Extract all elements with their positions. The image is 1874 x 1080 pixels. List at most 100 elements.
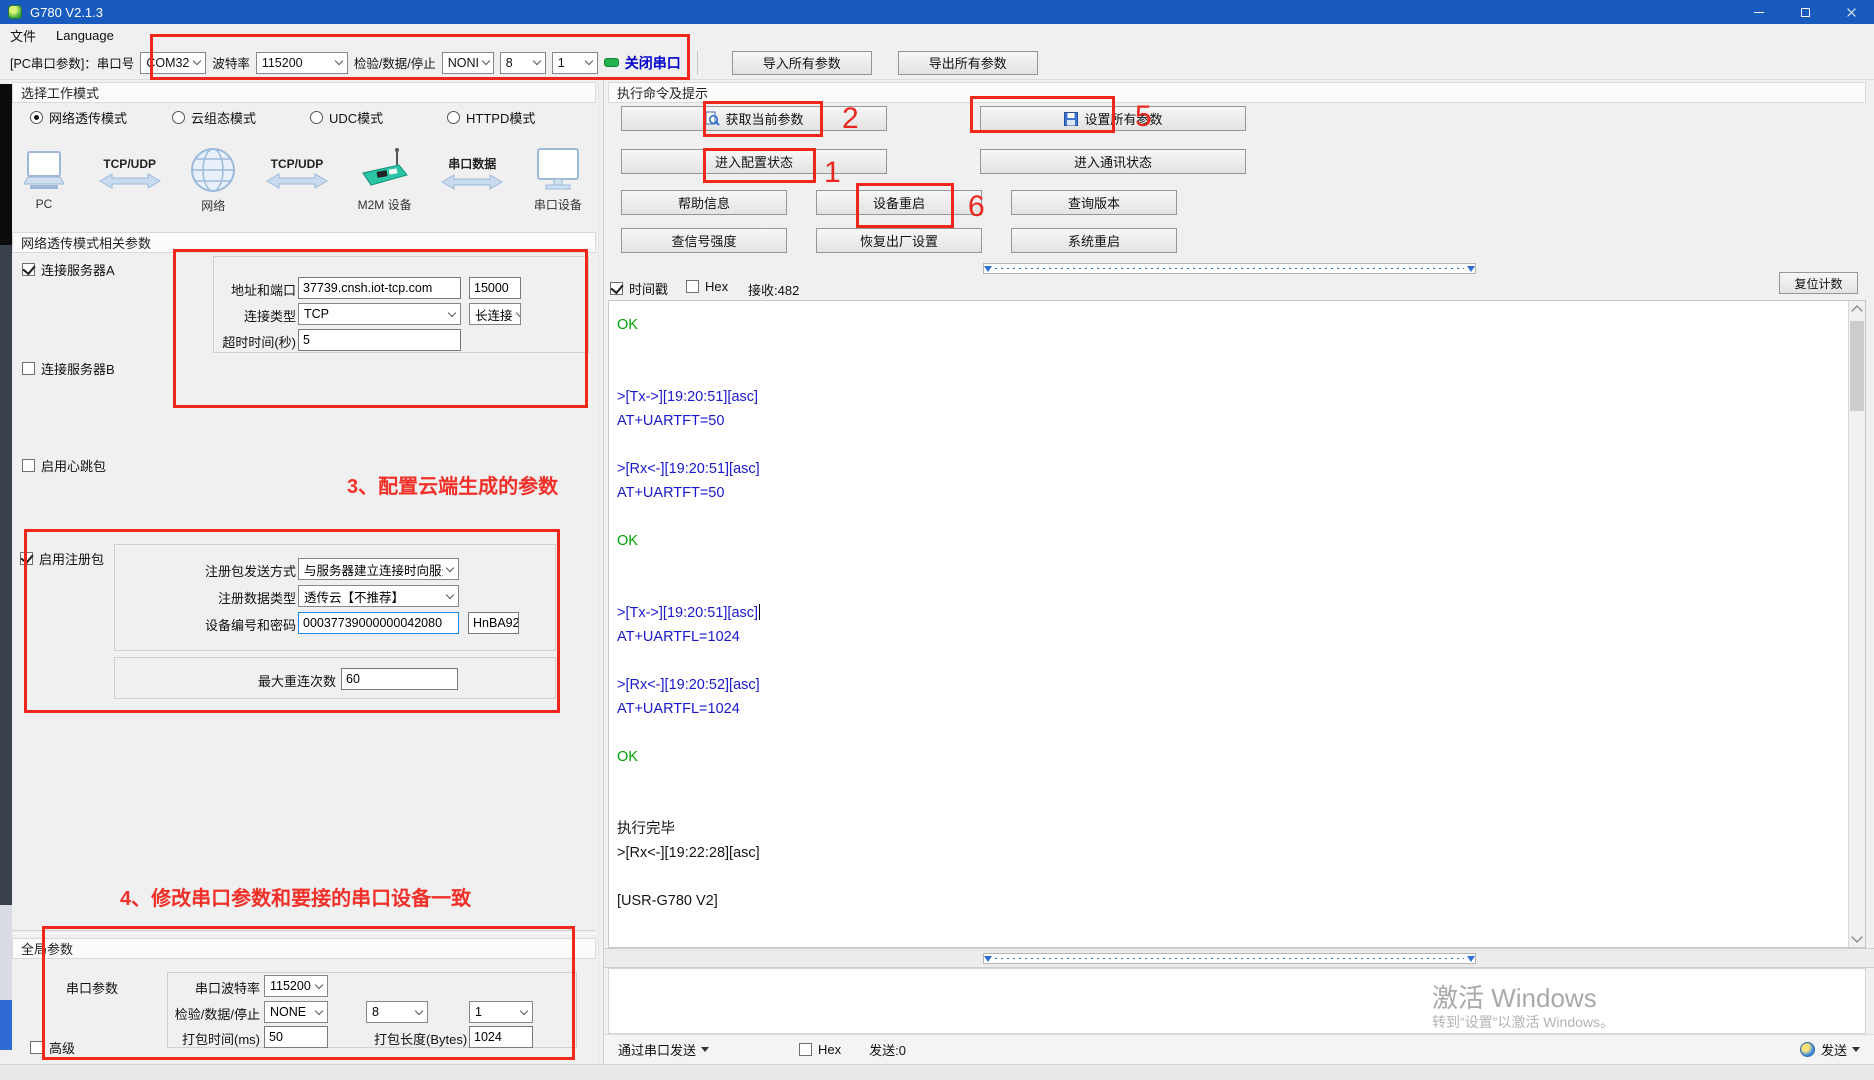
scroll-right-arrow-icon xyxy=(1467,956,1475,962)
import-params-button[interactable]: 导入所有参数 xyxy=(732,51,872,75)
heartbeat-checkbox[interactable]: 启用心跳包 xyxy=(22,456,106,475)
keepalive-select[interactable]: 长连接 xyxy=(469,303,521,325)
log-line xyxy=(617,721,1841,745)
set-all-params-button[interactable]: 设置所有参数 xyxy=(980,106,1246,131)
log-vertical-scrollbar[interactable] xyxy=(1848,301,1865,947)
radio-net-transparent[interactable]: 网络透传模式 xyxy=(30,108,127,127)
app-icon xyxy=(8,5,22,19)
log-line xyxy=(617,433,1841,457)
menu-file[interactable]: 文件 xyxy=(0,26,46,45)
stopbits-select[interactable]: 1 xyxy=(552,52,598,74)
global-parity-select[interactable]: NONE xyxy=(264,1001,328,1023)
chevron-down-icon xyxy=(335,57,343,65)
log-line: OK xyxy=(617,313,1841,337)
query-version-button[interactable]: 查询版本 xyxy=(1011,190,1177,215)
checkbox-icon xyxy=(686,280,699,293)
advanced-checkbox[interactable]: 高级 xyxy=(30,1038,75,1057)
help-info-button[interactable]: 帮助信息 xyxy=(621,190,787,215)
register-checkbox[interactable]: 启用注册包 xyxy=(20,549,104,568)
log-line: >[Tx->][19:20:51][asc] xyxy=(617,385,1841,409)
scrollbar-thumb[interactable] xyxy=(1850,321,1864,411)
serial-params-label: 串口参数 xyxy=(66,978,118,997)
laptop-icon xyxy=(18,150,70,194)
diagram-network-node: 网络 xyxy=(189,146,237,214)
timeout-input[interactable]: 5 xyxy=(298,329,461,351)
databits-select[interactable]: 8 xyxy=(500,52,546,74)
minimize-icon xyxy=(1754,12,1764,13)
app-window: G780 V2.1.3 文件 Language [PC串口参数]：串口号 COM… xyxy=(0,0,1874,1080)
maximize-button[interactable] xyxy=(1782,0,1828,24)
server-a-port-input[interactable]: 15000 xyxy=(469,277,521,299)
chevron-down-icon xyxy=(520,1006,528,1014)
reg-send-mode-select[interactable]: 与服务器建立连接时向服务 xyxy=(298,558,459,580)
log-hex-checkbox[interactable]: Hex xyxy=(686,279,728,294)
radio-cloud-scada[interactable]: 云组态模式 xyxy=(172,108,256,127)
timestamp-checkbox[interactable]: 时间戳 xyxy=(610,279,668,298)
log-line: 执行完毕 xyxy=(617,817,1841,841)
pack-len-label: 打包长度(Bytes) xyxy=(374,1029,466,1048)
reg-send-mode-label: 注册包发送方式 xyxy=(205,561,296,580)
sent-counter: 发送:0 xyxy=(869,1040,906,1059)
baud-select[interactable]: 115200 xyxy=(256,52,348,74)
radio-udc-mode[interactable]: UDC模式 xyxy=(310,108,383,127)
com-port-select[interactable]: COM32 xyxy=(140,52,206,74)
scroll-right-arrow-icon xyxy=(1467,266,1475,272)
diagram-link-2: TCP/UDP xyxy=(265,157,329,190)
chevron-down-icon xyxy=(415,1006,423,1014)
global-stopbits-select[interactable]: 1 xyxy=(469,1001,533,1023)
enter-comm-button[interactable]: 进入通讯状态 xyxy=(980,149,1246,174)
server-a-panel: 地址和端口 37739.cnsh.iot-tcp.com 15000 连接类型 … xyxy=(213,256,589,353)
global-params-group-header: 全局参数 xyxy=(12,938,596,959)
scrollbar-track xyxy=(995,958,1464,959)
conn-type-select[interactable]: TCP xyxy=(298,303,461,325)
send-via-serial-dropdown[interactable]: 通过串口发送 xyxy=(618,1040,696,1059)
signal-strength-button[interactable]: 查信号强度 xyxy=(621,228,787,253)
pack-len-input[interactable]: 1024 xyxy=(469,1026,533,1048)
send-button[interactable]: 发送 xyxy=(1800,1040,1860,1059)
serial-toolbar: [PC串口参数]：串口号 COM32 波特率 115200 检验/数据/停止 N… xyxy=(0,46,1874,80)
device-restart-button[interactable]: 设备重启 xyxy=(816,190,982,215)
log-line: >[Tx->][19:20:51][asc] xyxy=(617,601,1841,625)
export-params-button[interactable]: 导出所有参数 xyxy=(898,51,1038,75)
send-horizontal-scrollbar[interactable] xyxy=(983,953,1476,964)
log-lines: OK >[Tx->][19:20:51][asc]AT+UARTFT=50 >[… xyxy=(617,313,1841,913)
log-horizontal-scrollbar[interactable] xyxy=(983,263,1476,274)
device-id-input[interactable]: 00037739000000042080 xyxy=(298,612,459,634)
device-password-input[interactable]: HnBA92X xyxy=(468,612,519,634)
global-baud-label: 串口波特率 xyxy=(195,978,260,997)
send-hex-checkbox[interactable]: Hex xyxy=(799,1042,841,1057)
radio-icon xyxy=(447,111,460,124)
log-output[interactable]: OK >[Tx->][19:20:51][asc]AT+UARTFT=50 >[… xyxy=(608,300,1866,948)
close-serial-button[interactable]: 关闭串口 xyxy=(625,53,681,73)
maximize-icon xyxy=(1801,8,1810,17)
double-arrow-icon xyxy=(98,172,162,190)
chevron-down-icon xyxy=(315,980,323,988)
pack-time-input[interactable]: 50 xyxy=(264,1026,328,1048)
menu-language[interactable]: Language xyxy=(46,28,124,43)
max-reconnect-input[interactable]: 60 xyxy=(341,668,458,690)
server-a-checkbox[interactable]: 连接服务器A xyxy=(22,260,115,279)
background-window-strip xyxy=(0,905,12,1000)
close-button[interactable] xyxy=(1828,0,1874,24)
parity-select[interactable]: NONI xyxy=(442,52,494,74)
chevron-down-icon xyxy=(448,308,456,316)
reg-data-type-select[interactable]: 透传云【不推荐】 xyxy=(298,585,459,607)
reg-data-type-label: 注册数据类型 xyxy=(218,588,296,607)
system-restart-button[interactable]: 系统重启 xyxy=(1011,228,1177,253)
global-databits-select[interactable]: 8 xyxy=(366,1001,428,1023)
factory-reset-button[interactable]: 恢复出厂设置 xyxy=(816,228,982,253)
radio-httpd-mode[interactable]: HTTPD模式 xyxy=(447,108,535,127)
send-input-area[interactable] xyxy=(608,968,1866,1034)
server-a-address-input[interactable]: 37739.cnsh.iot-tcp.com xyxy=(298,277,461,299)
enter-config-button[interactable]: 进入配置状态 xyxy=(621,149,887,174)
server-b-checkbox[interactable]: 连接服务器B xyxy=(22,359,115,378)
minimize-button[interactable] xyxy=(1736,0,1782,24)
baud-label: 波特率 xyxy=(212,53,250,72)
annotation-step-5: 5 xyxy=(1135,100,1152,134)
panel-splitter[interactable] xyxy=(598,80,604,1080)
send-toolbar: 通过串口发送 Hex 发送:0 发送 xyxy=(604,1034,1874,1064)
scrollbar-track xyxy=(995,268,1464,269)
checkbox-icon xyxy=(22,459,35,472)
reset-counter-button[interactable]: 复位计数 xyxy=(1779,272,1858,294)
global-baud-select[interactable]: 115200 xyxy=(264,975,328,997)
